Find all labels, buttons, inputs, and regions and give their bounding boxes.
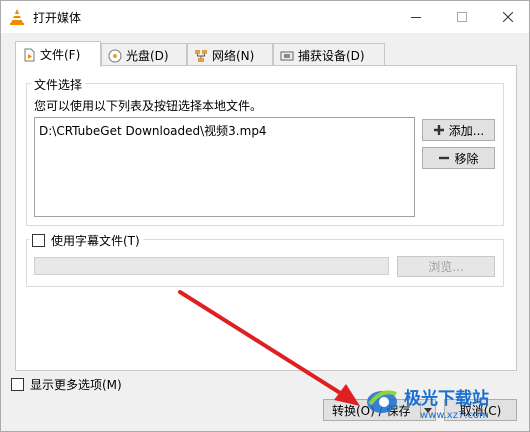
subtitle-file-field <box>34 257 389 275</box>
file-icon <box>24 48 35 61</box>
close-icon <box>503 12 513 22</box>
vlc-cone-icon <box>10 9 24 25</box>
tab-disc[interactable]: 光盘(D) <box>101 43 187 67</box>
file-selection-description: 您可以使用以下列表及按钮选择本地文件。 <box>34 99 263 113</box>
tab-capture-device-label: 捕获设备(D) <box>298 49 365 63</box>
watermark-logo-icon <box>367 390 397 413</box>
add-file-label: 添加... <box>448 123 485 138</box>
close-button[interactable] <box>485 1 530 33</box>
watermark-text: 极光下载站 <box>404 389 489 409</box>
minus-icon <box>439 156 450 160</box>
open-media-dialog: 打开媒体 文件(F) 光盘(D) 网络(N) 捕获设备(D) 文件选择 您可以使… <box>0 0 530 432</box>
more-options-row[interactable]: 显示更多选项(M) <box>11 376 122 393</box>
browse-label: 浏览... <box>428 260 464 274</box>
tab-disc-label: 光盘(D) <box>126 49 169 63</box>
remove-file-label: 移除 <box>454 151 479 166</box>
tab-network-label: 网络(N) <box>212 49 255 63</box>
subtitle-checkbox-row[interactable]: 使用字幕文件(T) <box>29 232 143 249</box>
list-item[interactable]: D:\CRTubeGet Downloaded\视频3.mp4 <box>39 122 267 139</box>
capture-device-icon <box>280 51 294 60</box>
maximize-button[interactable] <box>439 1 485 33</box>
file-selection-label: 文件选择 <box>31 76 86 93</box>
tab-capture-device[interactable]: 捕获设备(D) <box>273 43 385 67</box>
network-icon <box>195 49 207 62</box>
browse-button: 浏览... <box>397 256 495 277</box>
minimize-button[interactable] <box>393 1 439 33</box>
add-file-button[interactable]: 添加... <box>422 119 495 141</box>
subtitle-checkbox-label: 使用字幕文件(T) <box>51 234 140 248</box>
maximize-icon <box>457 12 467 22</box>
plus-icon <box>433 125 444 135</box>
more-options-label: 显示更多选项(M) <box>30 378 122 392</box>
title-bar: 打开媒体 <box>1 1 529 33</box>
subtitle-checkbox[interactable] <box>32 234 45 247</box>
more-options-checkbox[interactable] <box>11 378 24 391</box>
watermark-url: www.xz7.com <box>420 410 489 421</box>
remove-file-button[interactable]: 移除 <box>422 147 495 169</box>
tab-file-label: 文件(F) <box>40 48 81 62</box>
tab-file[interactable]: 文件(F) <box>15 41 101 67</box>
file-list[interactable]: D:\CRTubeGet Downloaded\视频3.mp4 <box>34 117 415 217</box>
watermark: 极光下载站 www.xz7.com <box>350 380 530 432</box>
tab-network[interactable]: 网络(N) <box>187 43 273 67</box>
window-title: 打开媒体 <box>33 11 82 25</box>
minimize-icon <box>411 16 421 18</box>
disc-icon <box>108 49 122 62</box>
